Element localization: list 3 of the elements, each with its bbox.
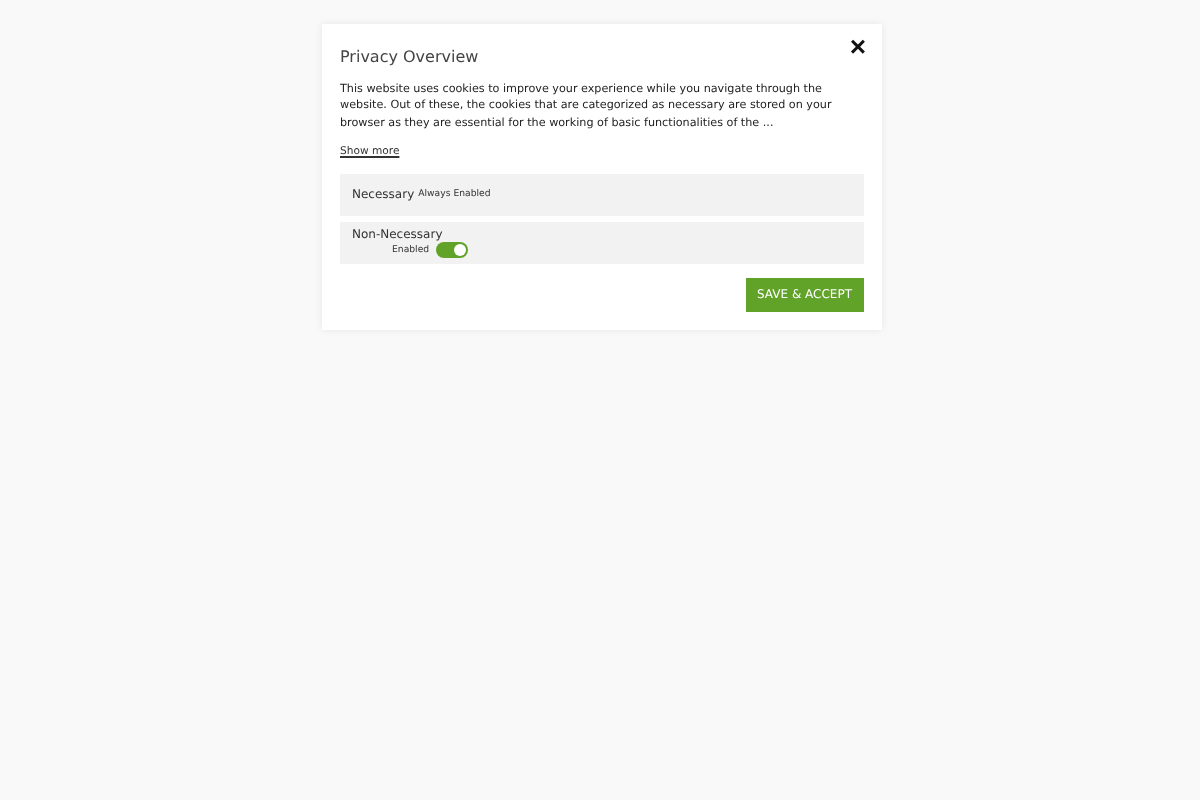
close-button[interactable]: ×	[845, 30, 870, 62]
toggle-switch[interactable]	[435, 242, 468, 259]
dialog-title: Privacy Overview	[340, 48, 481, 68]
